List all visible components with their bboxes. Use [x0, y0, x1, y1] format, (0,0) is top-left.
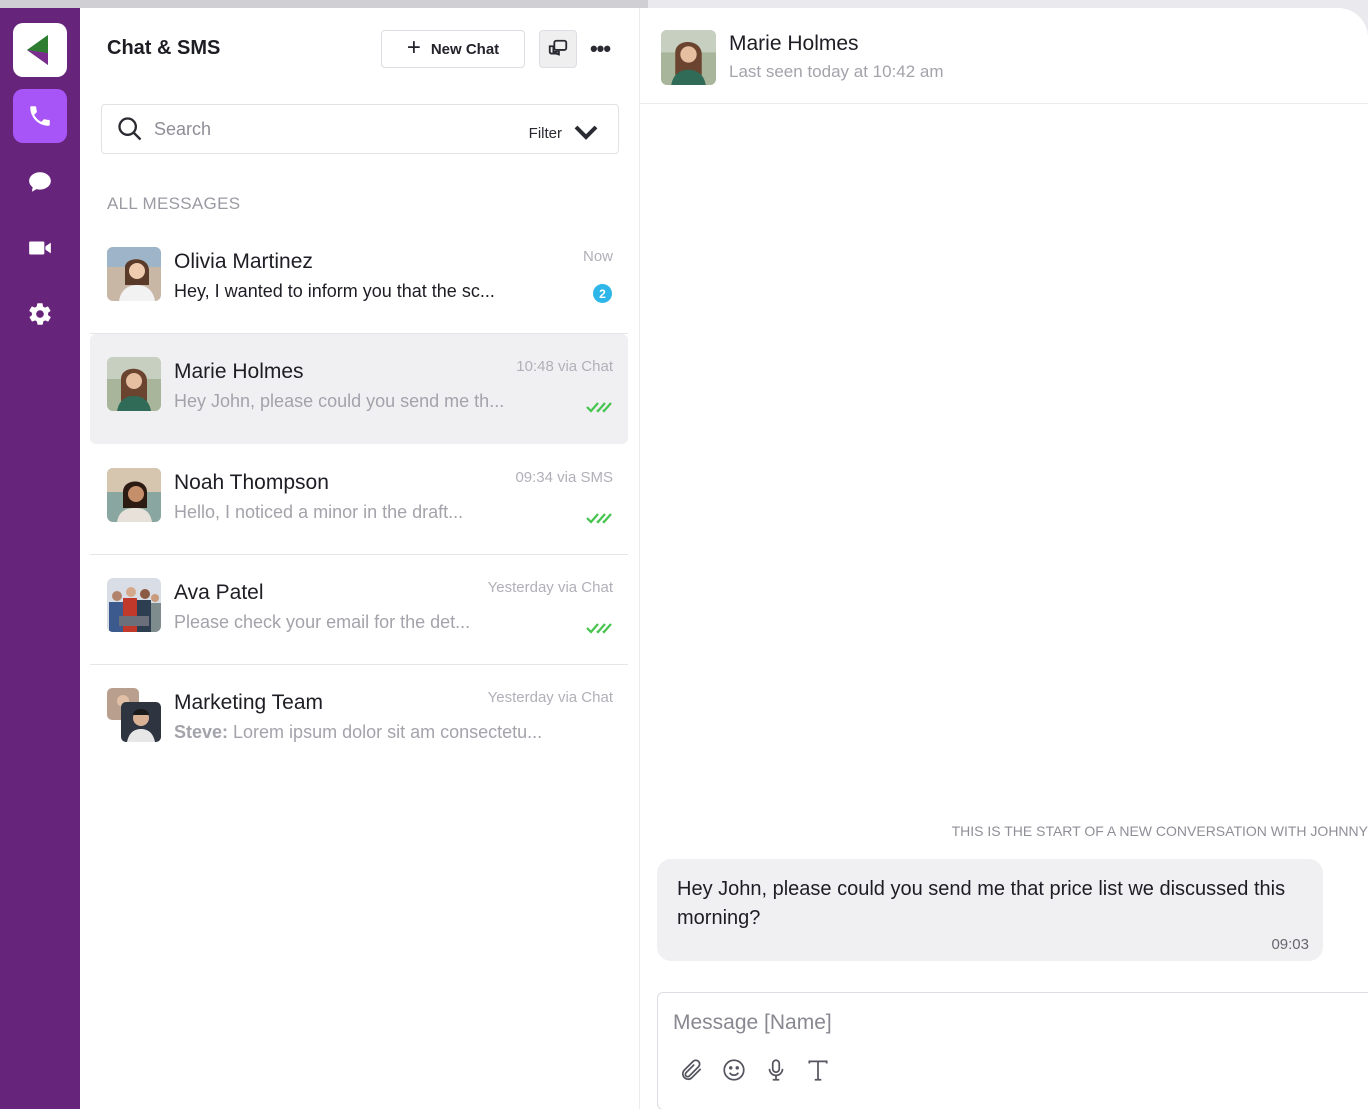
text-format-button[interactable] — [805, 1057, 831, 1083]
group-avatar — [107, 688, 161, 742]
video-camera-icon — [29, 241, 51, 255]
message-composer — [657, 992, 1368, 1109]
message-time: 09:03 — [1271, 936, 1309, 953]
emoji-button[interactable] — [721, 1057, 747, 1083]
avatar[interactable] — [661, 30, 716, 85]
double-check-icon — [586, 623, 612, 634]
message-input[interactable] — [673, 1011, 1273, 1035]
conversation-row[interactable]: Marketing Team Steve: Lorem ipsum dolor … — [90, 665, 628, 775]
conversation-list: Olivia Martinez Hey, I wanted to inform … — [90, 224, 628, 775]
conversation-row[interactable]: Olivia Martinez Hey, I wanted to inform … — [90, 224, 628, 334]
page-title: Chat & SMS — [107, 36, 221, 59]
message-preview: Hey, I wanted to inform you that the sc.… — [174, 281, 495, 301]
preview-text: Lorem ipsum dolor sit am consectetu... — [228, 722, 543, 742]
preview-sender: Steve: — [174, 722, 229, 742]
double-check-icon — [586, 513, 612, 524]
text-format-icon — [808, 1060, 828, 1081]
chat-bubbles-icon — [548, 39, 568, 56]
search-box: Filter — [101, 104, 619, 154]
app-window: Chat & SMS + New Chat ••• Filter — [0, 8, 1368, 1109]
paperclip-icon — [681, 1059, 702, 1081]
contact-name: Olivia Martinez — [174, 250, 313, 273]
conversation-row[interactable]: Noah Thompson Hello, I noticed a minor i… — [90, 445, 628, 555]
list-header: Chat & SMS + New Chat ••• — [80, 8, 639, 88]
rail-item-calls[interactable] — [13, 89, 67, 143]
plus-icon: + — [406, 34, 421, 61]
smiley-icon — [723, 1059, 745, 1081]
rail-item-chat[interactable] — [13, 155, 67, 209]
chat-panel: Marie Holmes Last seen today at 10:42 am… — [640, 8, 1368, 1109]
more-options-button[interactable]: ••• — [585, 33, 615, 65]
group-chat-button[interactable] — [539, 30, 577, 68]
search-input[interactable] — [154, 118, 514, 140]
rail-item-settings[interactable] — [13, 287, 67, 341]
timestamp: Yesterday via Chat — [487, 689, 613, 706]
avatar — [107, 578, 161, 632]
message-preview: Steve: Lorem ipsum dolor sit am consecte… — [174, 722, 542, 743]
filter-dropdown[interactable]: Filter — [529, 119, 600, 147]
timestamp: 09:34 via SMS — [515, 469, 613, 486]
search-icon — [118, 117, 142, 141]
composer-tools — [679, 1057, 831, 1083]
gear-icon — [29, 303, 51, 325]
conversation-row[interactable]: Ava Patel Please check your email for th… — [90, 555, 628, 665]
nav-rail — [0, 8, 80, 1109]
filter-label: Filter — [528, 124, 562, 142]
timestamp: 10:48 via Chat — [516, 358, 613, 375]
chat-bubble-icon — [29, 172, 51, 192]
contact-name: Marketing Team — [174, 691, 324, 714]
more-options-icon: ••• — [589, 36, 611, 61]
chat-header: Marie Holmes Last seen today at 10:42 am — [640, 8, 1368, 104]
message-preview: Please check your email for the det... — [174, 612, 471, 632]
microphone-icon — [768, 1059, 784, 1081]
unread-badge: 2 — [593, 284, 612, 303]
chevron-down-icon — [574, 125, 598, 140]
message-preview: Hey John, please could you send me th... — [174, 391, 505, 411]
timestamp: Yesterday via Chat — [487, 579, 613, 596]
rail-item-video[interactable] — [13, 221, 67, 275]
avatar — [107, 468, 161, 522]
chat-contact-name: Marie Holmes — [729, 32, 859, 55]
conversation-start-notice: THIS IS THE START OF A NEW CONVERSATION … — [951, 823, 1368, 839]
last-seen-status: Last seen today at 10:42 am — [729, 62, 944, 81]
avatar — [107, 357, 161, 411]
new-chat-button[interactable]: + New Chat — [381, 30, 525, 68]
logo-icon — [27, 35, 48, 65]
message-text: Hey John, please could you send me that … — [677, 878, 1286, 929]
contact-name: Ava Patel — [174, 581, 264, 604]
message-bubble: Hey John, please could you send me that … — [657, 859, 1323, 961]
avatar — [107, 247, 161, 301]
contact-name: Noah Thompson — [174, 471, 329, 494]
conversation-list-panel: Chat & SMS + New Chat ••• Filter — [80, 8, 640, 1109]
timestamp: Now — [582, 248, 613, 265]
new-chat-label: New Chat — [430, 40, 500, 58]
phone-icon — [30, 106, 50, 126]
message-preview: Hello, I noticed a minor in the draft... — [174, 502, 464, 522]
contact-name: Marie Holmes — [174, 360, 304, 383]
app-logo[interactable] — [13, 23, 67, 77]
double-check-icon — [586, 402, 612, 413]
attach-button[interactable] — [679, 1057, 705, 1083]
conversation-row[interactable]: Marie Holmes Hey John, please could you … — [90, 334, 628, 444]
section-label: ALL MESSAGES — [107, 194, 241, 213]
voice-button[interactable] — [763, 1057, 789, 1083]
